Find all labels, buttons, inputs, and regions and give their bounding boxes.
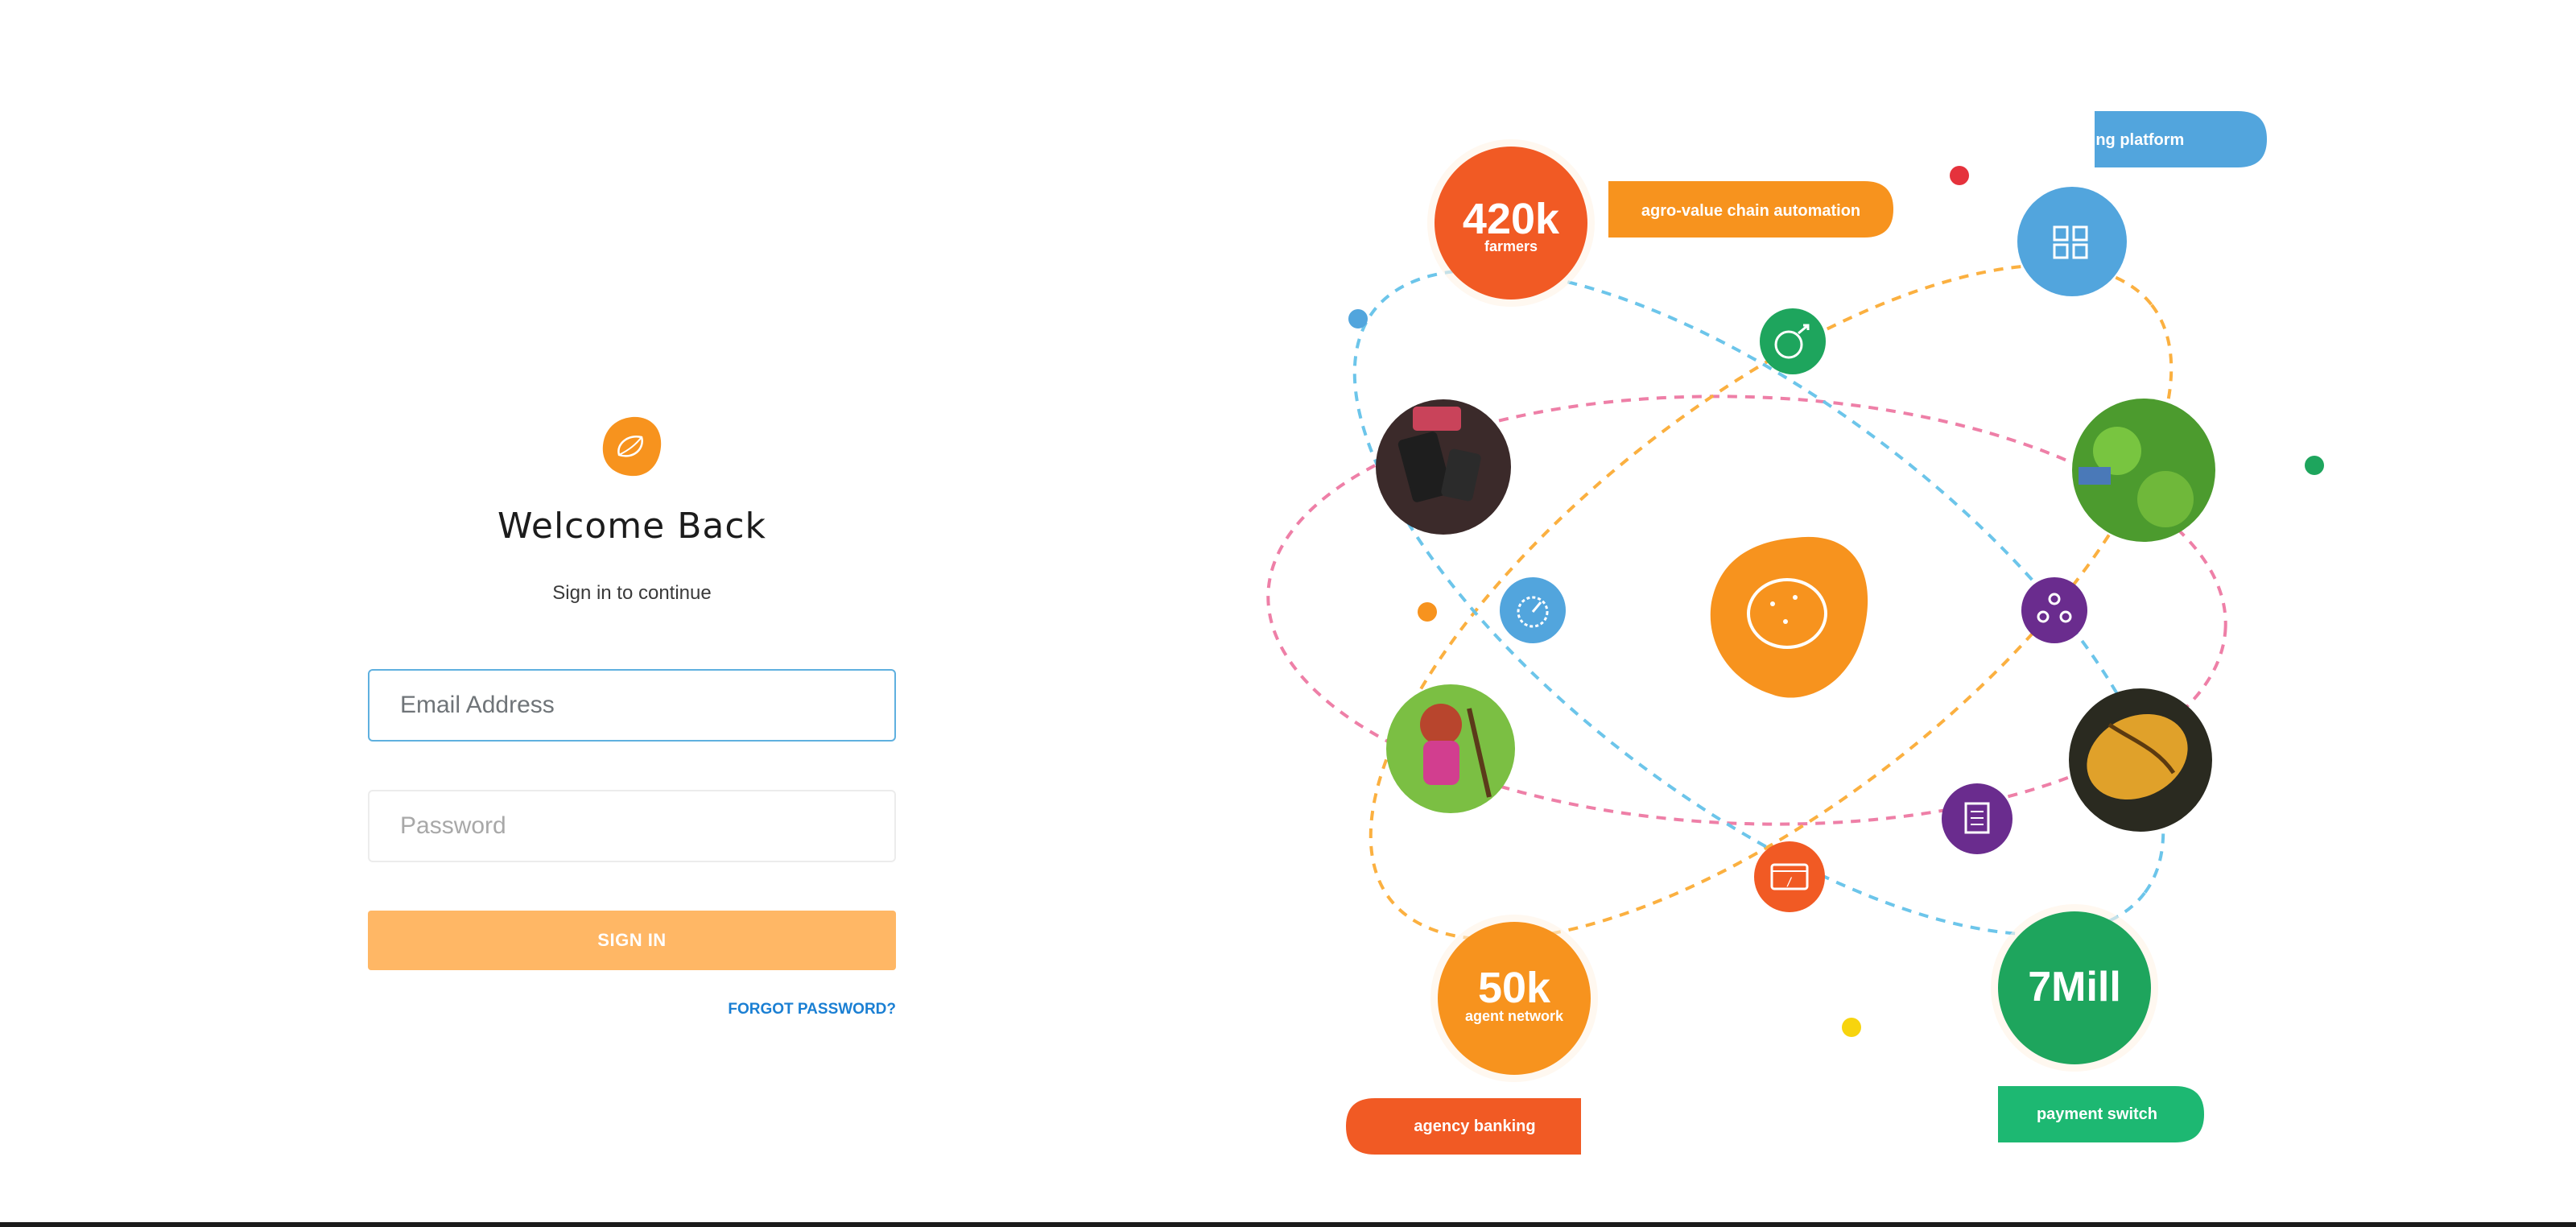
dot-yellow [1842, 1018, 1861, 1037]
tag-agency-label: agency banking [1414, 1118, 1535, 1135]
tag-agro-label: agro-value chain automation [1641, 202, 1860, 220]
tag-agro-value-chain: agro-value chain automation [1608, 181, 1893, 238]
photo-field-worker [2072, 399, 2215, 542]
photo-mango [2069, 688, 2212, 832]
tag-agency-banking: agency banking [1346, 1098, 1581, 1155]
svg-text:/: / [1786, 876, 1793, 889]
stat-farmers-value: 420k [1463, 195, 1560, 243]
network-illustration: 420k farmers 50k agent network 7Mill / a… [1266, 111, 2324, 1155]
receipt-icon [1942, 783, 2013, 854]
sign-in-button[interactable]: SIGN IN [368, 911, 896, 970]
forgot-password-link[interactable]: FORGOT PASSWORD? [668, 1001, 896, 1018]
brand-logo-icon [602, 416, 662, 477]
stat-7mill: 7Mill [1991, 904, 2158, 1072]
stat-agent-network: 50k agent network [1430, 915, 1598, 1082]
dot-orange [1418, 602, 1437, 622]
page-subtitle: Sign in to continue [552, 582, 712, 604]
stat-agent-network-value: 50k [1478, 964, 1551, 1012]
email-input[interactable] [368, 669, 896, 742]
globe-growth-icon [1760, 308, 1826, 374]
photo-phones [1376, 399, 1511, 535]
dot-blue [1348, 309, 1368, 328]
stat-agent-network-caption: agent network [1465, 1008, 1564, 1024]
hero-illustration: 420k farmers 50k agent network 7Mill / a… [1264, 0, 2576, 1227]
password-input[interactable] [368, 790, 896, 862]
tag-payment-switch: payment switch [1998, 1086, 2204, 1142]
dot-red [1950, 166, 1969, 185]
tag-lending-label: lending platform [2058, 131, 2185, 149]
stat-farmers-caption: farmers [1484, 238, 1538, 254]
bottom-edge-bar [0, 1222, 2576, 1227]
stat-7mill-value: 7Mill [2028, 964, 2121, 1010]
center-lemon-icon [1710, 536, 1868, 698]
login-panel: Welcome Back Sign in to continue SIGN IN… [0, 0, 1264, 1227]
speedometer-icon [1500, 577, 1566, 643]
stat-farmers: 420k farmers [1427, 139, 1595, 307]
dot-green [2305, 456, 2324, 475]
code-window-icon: / [1754, 841, 1825, 912]
people-network-icon [2021, 577, 2087, 643]
tag-lending-platform: lending platform [2058, 111, 2267, 167]
lending-apps-icon [2017, 187, 2127, 296]
page-title: Welcome Back [497, 506, 767, 547]
tag-payment-label: payment switch [2037, 1105, 2157, 1123]
photo-farmer-woman [1386, 684, 1515, 813]
